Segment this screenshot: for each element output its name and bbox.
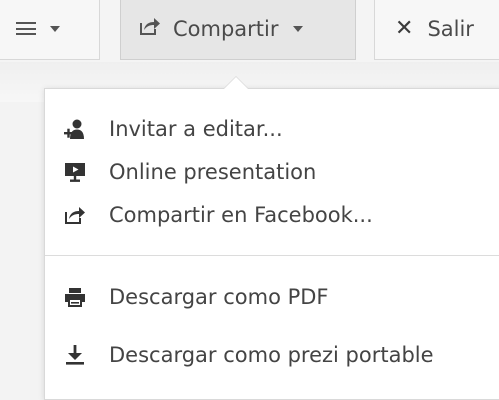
close-icon: ✕	[395, 16, 414, 41]
menu-item-label: Descargar como PDF	[109, 285, 329, 309]
menu-item-label: Invitar a editar...	[109, 117, 283, 141]
add-user-icon	[63, 117, 87, 141]
printer-icon	[63, 285, 87, 309]
exit-button-label: Salir	[427, 16, 474, 41]
share-button[interactable]: Compartir	[120, 0, 356, 60]
share-dropdown-menu: Invitar a editar... Online presentation …	[44, 76, 499, 400]
top-toolbar: Compartir ✕ Salir	[0, 0, 499, 102]
menu-item-invite-edit[interactable]: Invitar a editar...	[45, 107, 499, 151]
menu-item-online-presentation[interactable]: Online presentation	[45, 150, 499, 194]
chevron-down-icon	[50, 25, 60, 32]
menu-divider	[45, 255, 499, 256]
menu-item-label: Online presentation	[109, 160, 317, 184]
chevron-down-icon	[292, 25, 303, 32]
menu-item-download-portable[interactable]: Descargar como prezi portable	[45, 333, 499, 377]
menu-item-label: Compartir en Facebook...	[109, 203, 373, 227]
menu-item-label: Descargar como prezi portable	[109, 343, 434, 367]
exit-button[interactable]: ✕ Salir	[374, 0, 499, 60]
hamburger-icon	[16, 22, 36, 35]
share-button-label: Compartir	[173, 16, 279, 41]
share-icon	[63, 203, 87, 227]
menu-item-share-facebook[interactable]: Compartir en Facebook...	[45, 193, 499, 237]
presentation-screen-icon	[63, 160, 87, 184]
main-menu-button[interactable]	[0, 0, 100, 60]
dropdown-arrow-inner	[224, 77, 248, 89]
share-icon	[139, 16, 161, 41]
download-icon	[63, 343, 87, 367]
menu-item-download-pdf[interactable]: Descargar como PDF	[45, 275, 499, 319]
